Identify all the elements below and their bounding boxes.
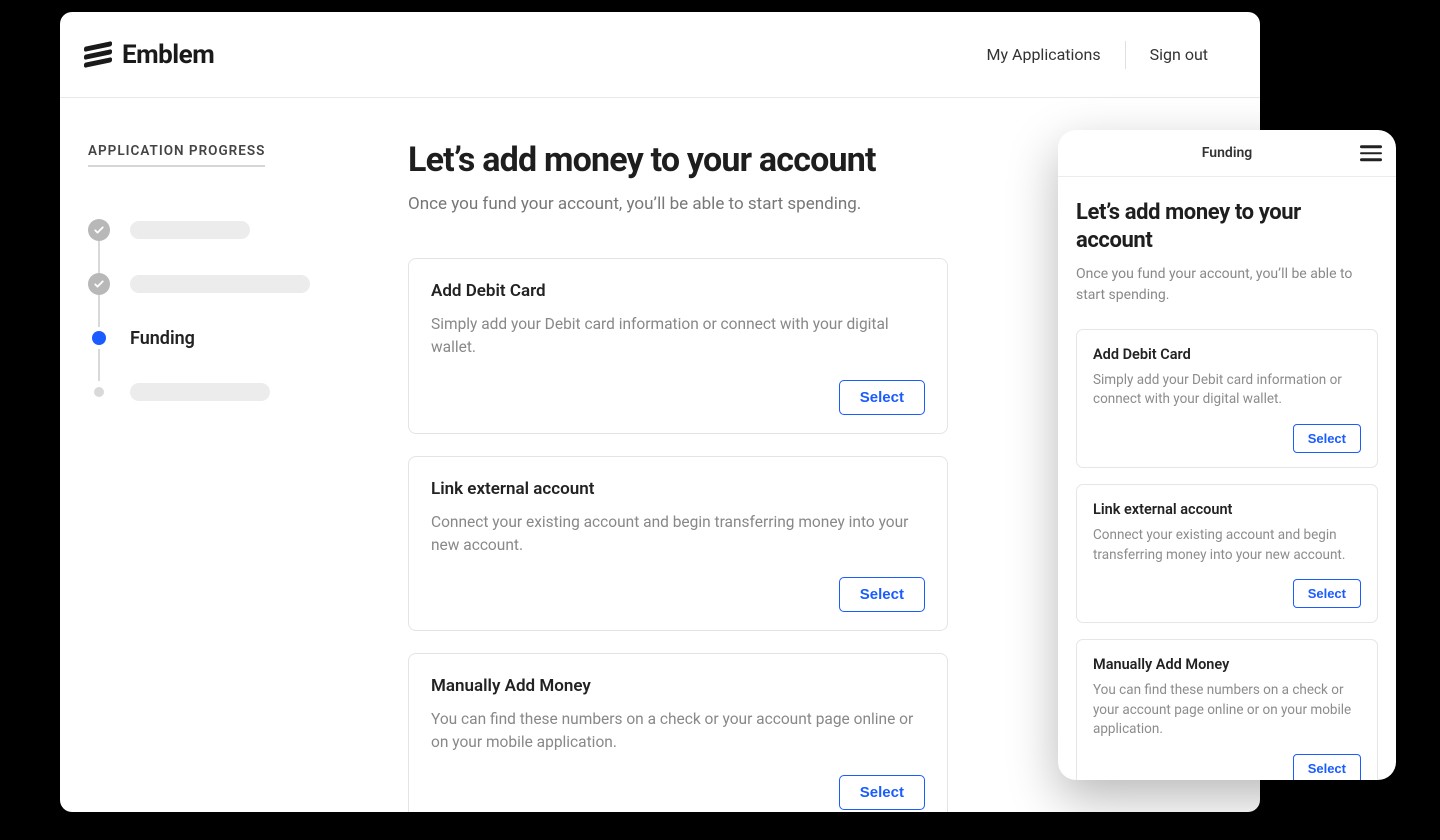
nav-sign-out[interactable]: Sign out: [1126, 45, 1232, 64]
step-label-placeholder: [130, 221, 250, 239]
funding-option-debit-card: Add Debit Card Simply add your Debit car…: [408, 258, 948, 434]
current-step-label: Funding: [130, 328, 195, 349]
step-label-placeholder: [130, 275, 310, 293]
progress-step-current: Funding: [88, 327, 388, 349]
mobile-option-link-external: Link external account Connect your exist…: [1076, 484, 1378, 623]
option-title: Link external account: [1093, 501, 1361, 518]
mobile-option-manual: Manually Add Money You can find these nu…: [1076, 639, 1378, 780]
select-button[interactable]: Select: [839, 775, 925, 810]
page-subtitle: Once you fund your account, you’ll be ab…: [408, 194, 948, 214]
sidebar-title: APPLICATION PROGRESS: [88, 143, 265, 167]
nav-my-applications[interactable]: My Applications: [963, 45, 1125, 64]
mobile-body: Let’s add money to your account Once you…: [1058, 177, 1396, 780]
select-button[interactable]: Select: [839, 577, 925, 612]
option-title: Manually Add Money: [1093, 656, 1361, 673]
progress-step-future: [88, 381, 388, 403]
mobile-header-title: Funding: [1202, 145, 1252, 161]
select-button[interactable]: Select: [1293, 424, 1361, 453]
option-title: Manually Add Money: [431, 676, 925, 696]
check-icon: [88, 273, 110, 295]
mobile-page-title: Let’s add money to your account: [1076, 199, 1378, 254]
option-description: Simply add your Debit card information o…: [431, 313, 925, 360]
check-icon: [88, 219, 110, 241]
header-nav: My Applications Sign out: [963, 41, 1232, 69]
app-header: Emblem My Applications Sign out: [60, 12, 1260, 98]
funding-option-manual: Manually Add Money You can find these nu…: [408, 653, 948, 812]
mobile-option-debit-card: Add Debit Card Simply add your Debit car…: [1076, 329, 1378, 468]
emblem-logo-icon: [84, 41, 112, 69]
page-title: Let’s add money to your account: [408, 140, 948, 180]
mobile-header: Funding: [1058, 130, 1396, 177]
option-description: You can find these numbers on a check or…: [1093, 681, 1361, 740]
brand-name: Emblem: [122, 40, 214, 70]
option-description: Connect your existing account and begin …: [1093, 526, 1361, 565]
select-button[interactable]: Select: [1293, 754, 1361, 780]
progress-step-completed-2: [88, 273, 388, 295]
main-content: Let’s add money to your account Once you…: [388, 140, 948, 812]
option-description: Simply add your Debit card information o…: [1093, 371, 1361, 410]
option-title: Add Debit Card: [1093, 346, 1361, 363]
option-title: Link external account: [431, 479, 925, 499]
current-step-dot-icon: [88, 327, 110, 349]
select-button[interactable]: Select: [1293, 579, 1361, 608]
option-title: Add Debit Card: [431, 281, 925, 301]
funding-option-link-external: Link external account Connect your exist…: [408, 456, 948, 632]
select-button[interactable]: Select: [839, 380, 925, 415]
mobile-window: Funding Let’s add money to your account …: [1058, 130, 1396, 780]
progress-list: Funding: [88, 219, 388, 403]
step-label-placeholder: [130, 383, 270, 401]
brand-logo[interactable]: Emblem: [84, 40, 214, 70]
hamburger-menu-icon[interactable]: [1360, 145, 1382, 161]
progress-step-completed-1: [88, 219, 388, 241]
option-description: Connect your existing account and begin …: [431, 511, 925, 558]
progress-sidebar: APPLICATION PROGRESS Funding: [88, 140, 388, 812]
future-step-dot-icon: [88, 381, 110, 403]
mobile-page-subtitle: Once you fund your account, you’ll be ab…: [1076, 264, 1378, 305]
option-description: You can find these numbers on a check or…: [431, 708, 925, 755]
